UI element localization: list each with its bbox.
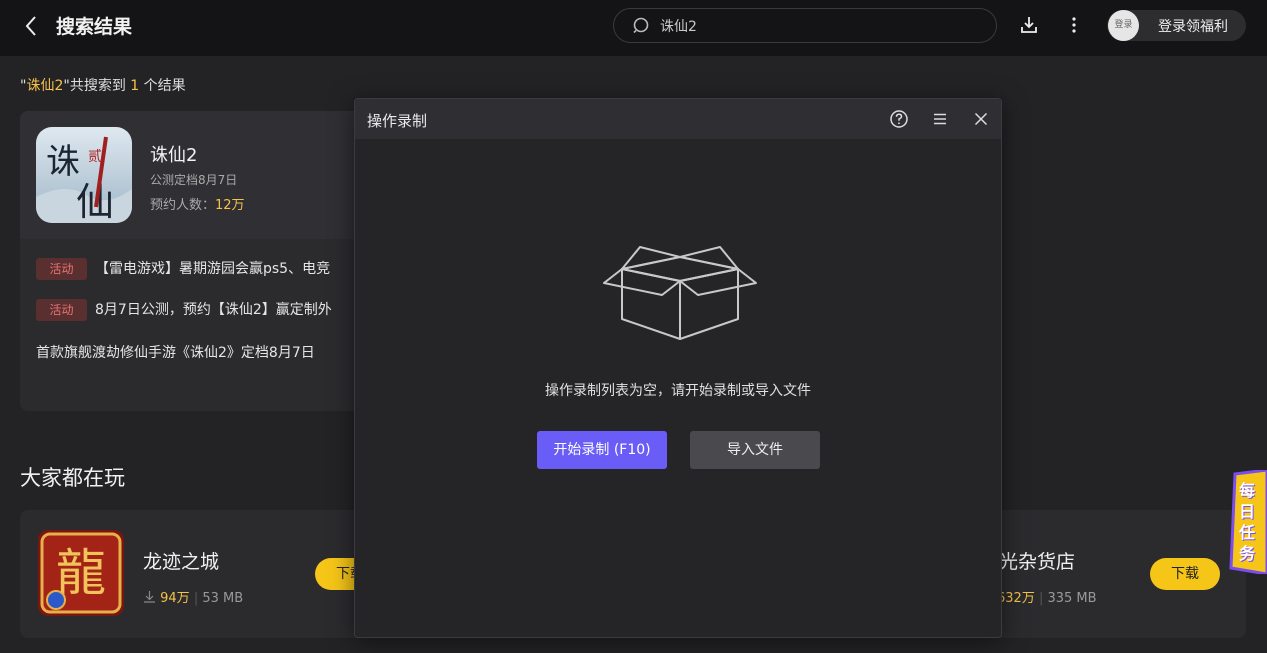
more-vertical-icon[interactable]: [1063, 14, 1085, 36]
activity-item[interactable]: 活动 8月7日公测，预约【诛仙2】赢定制外: [36, 299, 332, 321]
reserve-count: 预约人数：12万: [150, 194, 245, 213]
icon-char-1: 诛: [46, 142, 80, 182]
game-icon[interactable]: 龍: [38, 530, 124, 616]
help-icon[interactable]: [889, 109, 909, 129]
game-icon[interactable]: 诛 仙 贰: [36, 127, 132, 223]
daily-task-badge[interactable]: 每日任务: [1229, 468, 1267, 576]
game-launch-date: 公测定档8月7日: [150, 173, 238, 187]
game-name[interactable]: 龙迹之城: [143, 547, 219, 574]
login-button[interactable]: 登录 登录领福利: [1107, 10, 1246, 41]
dialog-header: 操作录制: [355, 99, 1001, 139]
download-button[interactable]: 下载: [1150, 558, 1220, 590]
list-item[interactable]: 龍 龙迹之城 94万 | 53 MB 下载: [20, 510, 365, 638]
game-name[interactable]: 诛仙2: [150, 141, 197, 167]
game-meta: 94万 | 53 MB: [143, 587, 243, 606]
activity-item[interactable]: 活动 【雷电游戏】暑期游园会赢ps5、电竞: [36, 258, 330, 280]
summary-mid: "共搜索到: [63, 78, 131, 94]
empty-box-icon: [603, 246, 757, 340]
result-card[interactable]: 诛 仙 贰 诛仙2 公测定档8月7日 预约人数：12万 活动【雷电游戏】暑期游园…: [20, 111, 365, 411]
game-size: 335 MB: [1047, 591, 1097, 606]
dialog-title: 操作录制: [367, 112, 428, 130]
top-bar: 搜索结果 登录 登录领福利: [0, 0, 1267, 56]
game-meta: 632万 | 335 MB: [997, 591, 1097, 606]
game-name[interactable]: 光杂货店: [999, 547, 1075, 574]
avatar: 登录: [1108, 10, 1139, 41]
result-summary: "诛仙2"共搜索到 1 个结果: [20, 75, 186, 95]
back-arrow-icon[interactable]: [20, 12, 44, 40]
activity-text: 【雷电游戏】暑期游园会赢ps5、电竞: [95, 261, 331, 277]
icon-char-3: 贰: [88, 148, 102, 165]
download-count-icon: [144, 591, 155, 603]
start-recording-button[interactable]: 开始录制 (F10): [537, 431, 667, 469]
activity-tag: 活动: [36, 299, 87, 321]
game-size: 53 MB: [202, 591, 244, 606]
search-input[interactable]: [660, 13, 980, 38]
activity-text: 8月7日公测，预约【诛仙2】赢定制外: [95, 302, 332, 318]
page-title: 搜索结果: [56, 16, 133, 38]
close-icon[interactable]: [971, 109, 991, 129]
activity-tag: 活动: [36, 258, 87, 280]
recording-dialog: 操作录制 操作录制列表为空，请开始录制或导入文件 开始录制 (F10) 导入文件: [354, 98, 1002, 638]
game-description: 首款旗舰渡劫修仙手游《诛仙2》定档8月7日: [36, 345, 315, 361]
login-label: 登录领福利: [1158, 19, 1228, 35]
section-title: 大家都在玩: [20, 466, 125, 490]
search-icon: [633, 17, 649, 34]
download-count: 94万: [160, 591, 190, 606]
reserve-label: 预约人数：: [150, 198, 216, 213]
import-file-button[interactable]: 导入文件: [690, 431, 820, 469]
reserve-number: 12万: [215, 198, 245, 213]
icon-char: 龍: [56, 544, 106, 602]
summary-count: 1: [130, 78, 140, 94]
daily-task-label: 每日任务: [1239, 481, 1256, 563]
menu-icon[interactable]: [930, 109, 950, 129]
list-item[interactable]: 光杂货店 632万 | 335 MB 下载: [960, 510, 1246, 638]
empty-message: 操作录制列表为空，请开始录制或导入文件: [545, 383, 811, 399]
download-icon[interactable]: [1018, 14, 1040, 36]
download-count: 632万: [997, 591, 1035, 606]
summary-tail: 个结果: [139, 78, 186, 94]
search-box[interactable]: [613, 8, 997, 43]
summary-query: 诛仙2: [26, 78, 64, 94]
